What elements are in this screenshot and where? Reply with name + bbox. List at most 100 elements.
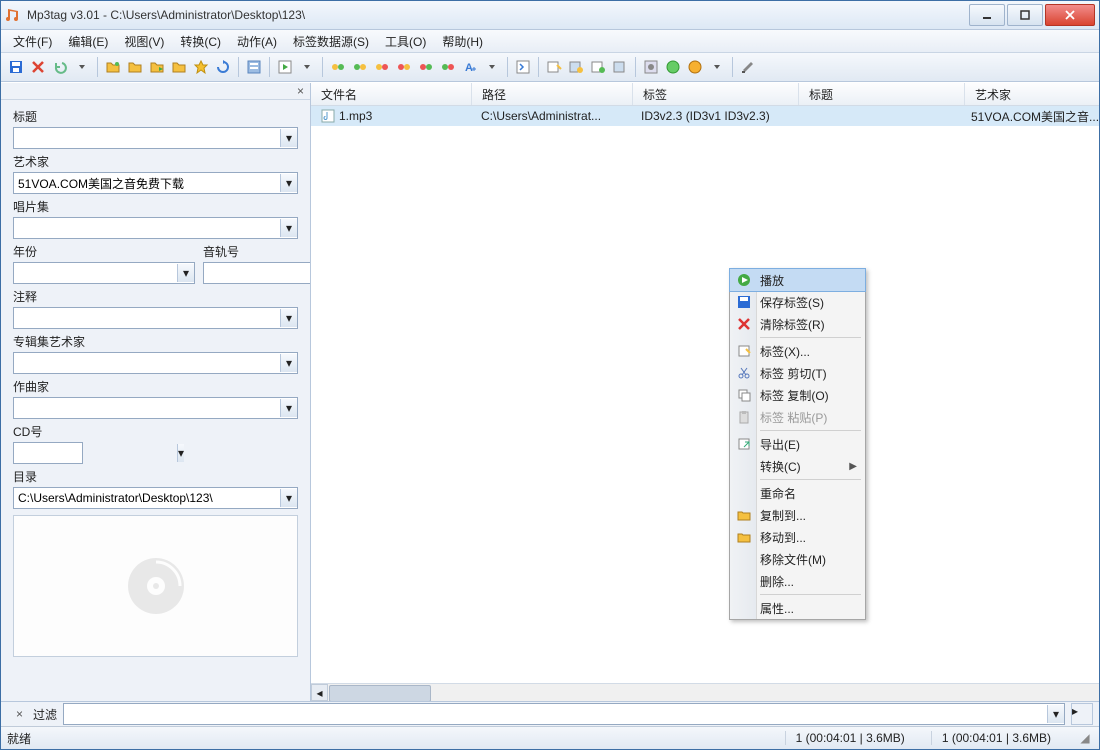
menu-actions[interactable]: 动作(A) [229,31,285,52]
dropdown3-icon[interactable] [483,58,501,76]
dropdown4-icon[interactable] [708,58,726,76]
chevron-down-icon[interactable]: ▾ [280,489,297,507]
cm-clear[interactable]: 清除标签(R) [730,313,865,335]
year-field-label: 年份 [13,243,195,260]
cm-convert[interactable]: 转换(C) ▶ [730,455,865,477]
action4-icon[interactable] [611,58,629,76]
action1-icon[interactable] [545,58,563,76]
artist-field[interactable]: ▾ [13,172,298,194]
chevron-down-icon[interactable]: ▾ [280,354,297,372]
resize-grip-icon[interactable]: ◢ [1077,731,1093,745]
cm-tags[interactable]: 标签(X)... [730,340,865,362]
comment-field[interactable]: ▾ [13,307,298,329]
dropdown2-icon[interactable] [298,58,316,76]
composer-field[interactable]: ▾ [13,397,298,419]
convert4-icon[interactable] [395,58,413,76]
cut-icon [736,365,752,381]
file-name-cell: 1.mp3 [339,109,372,123]
settings-icon[interactable] [739,58,757,76]
year-field[interactable]: ▾ [13,262,195,284]
file-list-area: 文件名 路径 标签 标题 艺术家 专 1.mp3 C:\Users\Admini… [311,83,1099,701]
col-path[interactable]: 路径 [472,83,633,105]
cm-properties[interactable]: 属性... [730,597,865,619]
dir-field[interactable]: ▾ [13,487,298,509]
cm-export[interactable]: 导出(E) [730,433,865,455]
album-field[interactable]: ▾ [13,217,298,239]
action3-icon[interactable] [589,58,607,76]
horizontal-scrollbar[interactable]: ◂ ▸ [311,683,1099,701]
audio-file-icon [321,109,335,123]
globe2-icon[interactable] [686,58,704,76]
convert2-icon[interactable] [351,58,369,76]
clear-icon [736,316,752,332]
menu-tagsources[interactable]: 标签数据源(S) [285,31,377,52]
refresh-icon[interactable] [214,58,232,76]
dropdown-icon[interactable] [73,58,91,76]
number-icon[interactable] [514,58,532,76]
favorite-icon[interactable] [192,58,210,76]
cm-cut[interactable]: 标签 剪切(T) [730,362,865,384]
folder-play-icon[interactable] [148,58,166,76]
selectall-icon[interactable] [245,58,263,76]
titlebar: Mp3tag v3.01 - C:\Users\Administrator\De… [1,1,1099,30]
file-row[interactable]: 1.mp3 C:\Users\Administrat... ID3v2.3 (I… [311,106,1099,126]
chevron-down-icon[interactable]: ▾ [280,129,297,147]
convert6-icon[interactable] [439,58,457,76]
filter-go-button[interactable]: ▸ [1071,703,1093,725]
menu-help[interactable]: 帮助(H) [434,31,491,52]
folder-up-icon[interactable] [170,58,188,76]
convert5-icon[interactable] [417,58,435,76]
chevron-down-icon[interactable]: ▾ [177,264,194,282]
scroll-thumb[interactable] [329,685,431,701]
filter-input[interactable]: ▾ [63,703,1065,725]
export-icon [736,436,752,452]
menu-convert[interactable]: 转换(C) [172,31,229,52]
col-filename[interactable]: 文件名 [311,83,472,105]
cover-icon[interactable] [642,58,660,76]
cm-rename[interactable]: 重命名 [730,482,865,504]
cm-delete[interactable]: 删除... [730,570,865,592]
convert1-icon[interactable] [329,58,347,76]
folder-icon[interactable] [126,58,144,76]
cm-moveto[interactable]: 移动到... [730,526,865,548]
filter-close-icon[interactable]: × [7,707,27,721]
col-title[interactable]: 标题 [799,83,965,105]
chevron-down-icon[interactable]: ▾ [280,399,297,417]
tags-icon [736,343,752,359]
menu-tools[interactable]: 工具(O) [377,31,434,52]
cm-save[interactable]: 保存标签(S) [730,291,865,313]
globe1-icon[interactable] [664,58,682,76]
save-icon[interactable] [7,58,25,76]
chevron-down-icon[interactable]: ▾ [280,174,297,192]
title-field[interactable]: ▾ [13,127,298,149]
col-tag[interactable]: 标签 [633,83,799,105]
track-field[interactable]: ▾ [203,262,310,284]
chevron-down-icon[interactable]: ▾ [280,219,297,237]
text-a-icon[interactable]: A [461,58,479,76]
maximize-button[interactable] [1007,4,1043,26]
panel-close-icon[interactable]: × [292,84,310,98]
albumartist-field[interactable]: ▾ [13,352,298,374]
menu-view[interactable]: 视图(V) [116,31,172,52]
cm-copyto[interactable]: 复制到... [730,504,865,526]
undo-icon[interactable] [51,58,69,76]
cm-play[interactable]: 播放 [729,268,866,292]
close-button[interactable] [1045,4,1095,26]
chevron-down-icon[interactable]: ▾ [280,309,297,327]
album-art-panel[interactable] [13,515,298,657]
disc-field[interactable]: ▾ [13,442,83,464]
menu-file[interactable]: 文件(F) [5,31,60,52]
chevron-down-icon[interactable]: ▾ [1047,705,1064,723]
scroll-left-icon[interactable]: ◂ [311,684,328,701]
cm-copy[interactable]: 标签 复制(O) [730,384,865,406]
chevron-down-icon[interactable]: ▾ [177,444,184,462]
menu-edit[interactable]: 编辑(E) [60,31,116,52]
cm-removefile[interactable]: 移除文件(M) [730,548,865,570]
col-artist[interactable]: 艺术家 [965,83,1099,105]
folder-open-icon[interactable] [104,58,122,76]
minimize-button[interactable] [969,4,1005,26]
playlist-play-icon[interactable] [276,58,294,76]
convert3-icon[interactable] [373,58,391,76]
delete-icon[interactable] [29,58,47,76]
action2-icon[interactable] [567,58,585,76]
